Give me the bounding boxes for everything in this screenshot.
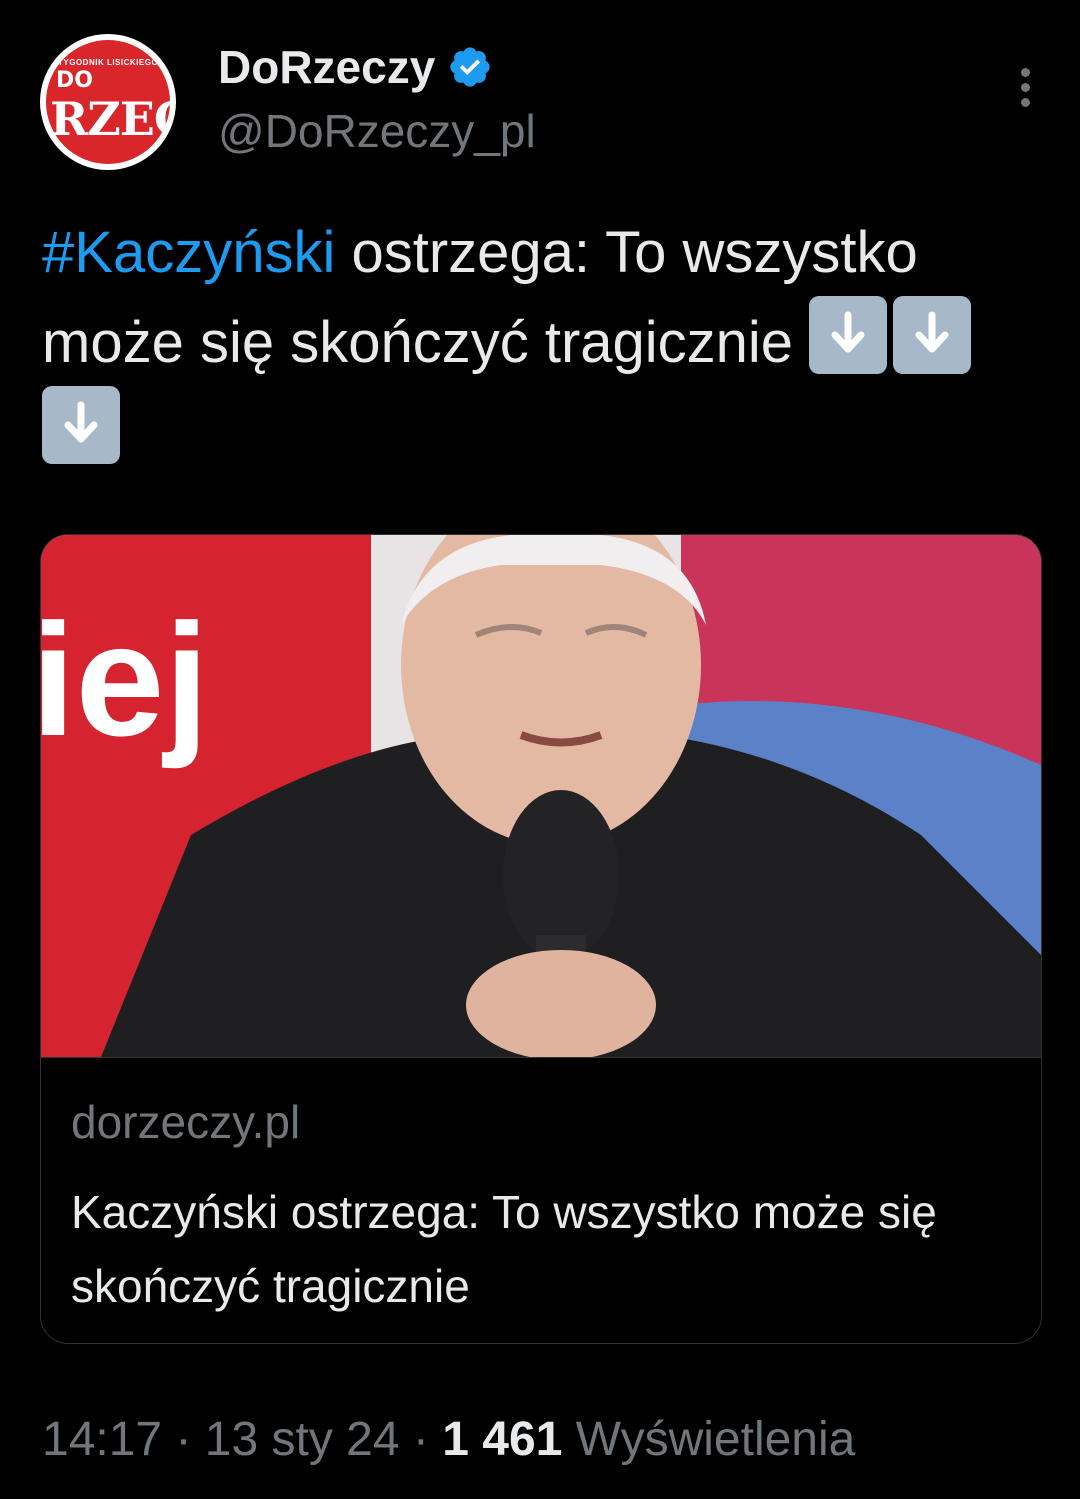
tweet-meta: 14:17 · 13 sty 24 · 1 461 Wyświetlenia (42, 1412, 855, 1467)
avatar[interactable]: TYGODNIK LISICKIEGO DO RZEC (40, 34, 176, 170)
card-image[interactable]: iej (41, 535, 1041, 1057)
down-arrow-emoji-icon (42, 386, 120, 464)
avatar-logo-subtitle: TYGODNIK LISICKIEGO (58, 58, 159, 67)
display-name-row: DoRzeczy (218, 40, 493, 94)
views-label[interactable]: Wyświetlenia (562, 1413, 856, 1466)
card-title: Kaczyński ostrzega: To wszystko może się… (71, 1186, 937, 1312)
views-count[interactable]: 1 461 (442, 1413, 562, 1466)
card-photo: iej (41, 535, 1041, 1057)
down-arrow-emoji-icon (893, 296, 972, 374)
verified-badge-icon (450, 47, 490, 87)
account-handle[interactable]: @DoRzeczy_pl (218, 104, 536, 158)
link-preview-card[interactable]: iej dorzeczy.pl Kaczyński ostrzega: To w… (40, 534, 1042, 1344)
tweet-date[interactable]: 13 sty 24 (205, 1413, 400, 1466)
more-options-icon[interactable] (1018, 68, 1032, 112)
tweet-header: TYGODNIK LISICKIEGO DO RZEC DoRzeczy @Do… (40, 34, 1040, 174)
banner-text: iej (41, 590, 209, 769)
hashtag-link[interactable]: #Kaczyński (42, 220, 335, 285)
card-divider (41, 1057, 1041, 1058)
meta-separator: · (399, 1413, 443, 1466)
down-arrow-emoji-icon (809, 296, 888, 374)
avatar-logo-main: RZEC (50, 92, 170, 146)
meta-separator: · (162, 1413, 205, 1466)
tweet-time[interactable]: 14:17 (42, 1413, 162, 1466)
card-domain: dorzeczy.pl (71, 1096, 301, 1148)
display-name[interactable]: DoRzeczy (218, 40, 435, 94)
tweet-text: #Kaczyński ostrzega: To wszystko może si… (42, 210, 1042, 476)
avatar-logo-do: DO (56, 68, 93, 93)
avatar-logo: TYGODNIK LISICKIEGO DO RZEC (46, 40, 170, 164)
